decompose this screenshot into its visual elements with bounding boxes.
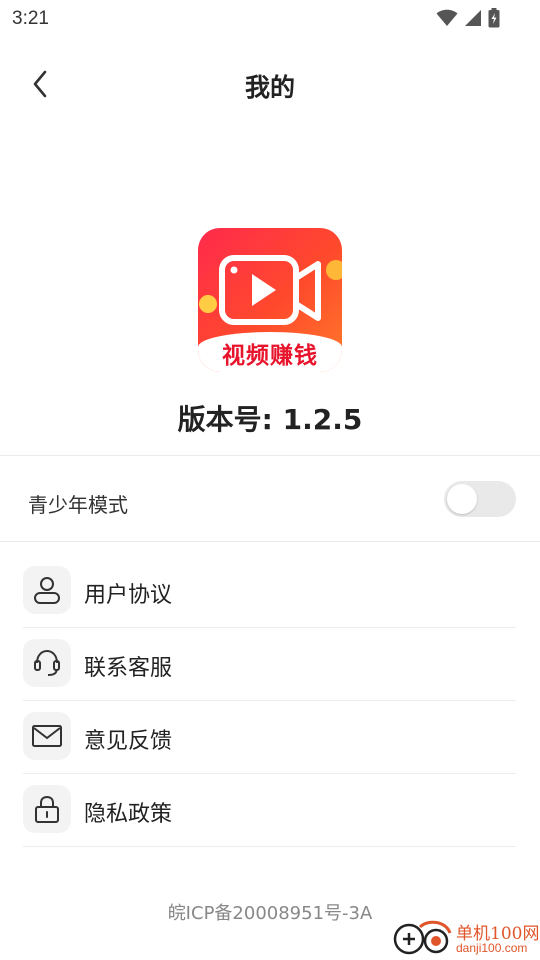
wifi-icon <box>436 9 458 26</box>
toggle-knob <box>447 484 477 514</box>
youth-mode-label: 青少年模式 <box>28 493 128 517</box>
menu-label: 联系客服 <box>84 656 173 681</box>
watermark-url: danji100.com <box>456 941 528 955</box>
battery-icon <box>488 8 500 28</box>
status-icons <box>436 8 500 28</box>
page-title: 我的 <box>244 73 295 102</box>
youth-mode-toggle[interactable] <box>444 481 516 517</box>
watermark-logo-icon <box>393 920 452 955</box>
menu-label: 隐私政策 <box>84 802 173 827</box>
menu-label: 意见反馈 <box>84 729 173 754</box>
menu-item-feedback[interactable]: 意见反馈 <box>0 701 540 774</box>
divider <box>0 541 540 542</box>
mail-icon <box>32 725 62 747</box>
youth-mode-row: 青少年模式 <box>0 456 540 541</box>
menu-item-customer-service[interactable]: 联系客服 <box>0 628 540 701</box>
status-time: 3:21 <box>12 8 49 29</box>
menu-icon-box <box>23 566 71 614</box>
version-text: 版本号: 1.2.5 <box>177 403 363 436</box>
status-bar: 3:21 <box>0 0 540 36</box>
menu-item-privacy-policy[interactable]: 隐私政策 <box>0 774 540 847</box>
cellular-signal-icon <box>465 10 481 26</box>
logo-text: 视频赚钱 <box>222 343 318 369</box>
lock-icon <box>35 795 59 823</box>
watermark: 单机100网 danji100.com <box>390 917 540 960</box>
menu-icon-box <box>23 712 71 760</box>
nav-bar: 我的 <box>0 50 540 118</box>
menu-label: 用户协议 <box>84 583 173 608</box>
menu-list: 用户协议 联系客服 意见反馈 隐私政策 <box>0 555 540 847</box>
headset-icon <box>34 649 60 676</box>
menu-item-user-agreement[interactable]: 用户协议 <box>0 555 540 628</box>
app-logo: 视频赚钱 <box>198 228 342 372</box>
user-icon <box>34 577 60 604</box>
menu-separator <box>23 846 516 847</box>
menu-icon-box <box>23 785 71 833</box>
menu-icon-box <box>23 639 71 687</box>
